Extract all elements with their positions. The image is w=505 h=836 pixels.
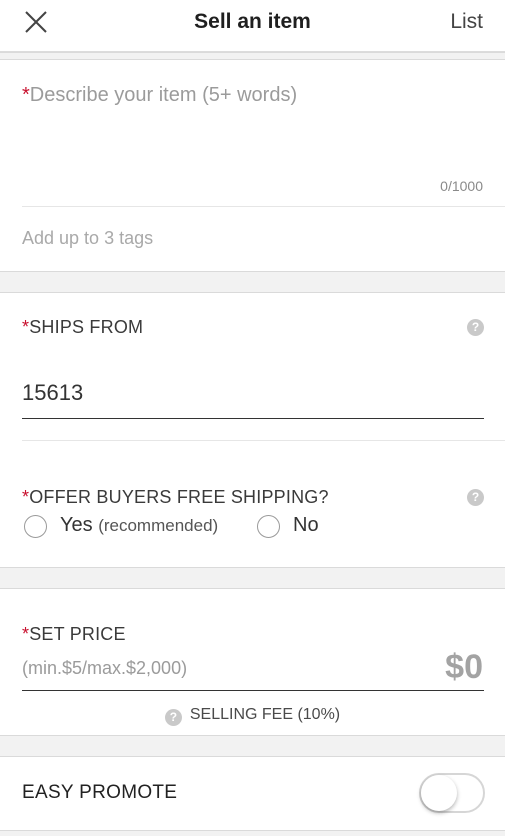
page-title: Sell an item xyxy=(194,10,311,33)
header-bar: Sell an item List xyxy=(0,0,505,52)
yes-text: Yes xyxy=(60,514,93,536)
sell-item-page: Sell an item List *Describe your item (5… xyxy=(0,0,505,836)
divider xyxy=(22,440,505,441)
toggle-knob xyxy=(421,775,457,811)
recommended-note: (recommended) xyxy=(98,516,219,535)
description-input[interactable]: *Describe your item (5+ words) xyxy=(22,84,297,107)
description-placeholder: Describe your item (5+ words) xyxy=(29,84,298,106)
section-separator xyxy=(0,271,505,293)
section-separator xyxy=(0,52,505,60)
zip-code-input[interactable]: 15613 xyxy=(22,380,83,406)
free-shipping-text: OFFER BUYERS FREE SHIPPING? xyxy=(29,487,329,507)
easy-promote-label: EASY PROMOTE xyxy=(22,782,178,803)
easy-promote-toggle[interactable] xyxy=(419,773,485,813)
price-hint: (min.$5/max.$2,000) xyxy=(22,658,188,678)
set-price-text: SET PRICE xyxy=(29,624,126,644)
character-counter: 0/1000 xyxy=(440,178,483,194)
free-shipping-label: *OFFER BUYERS FREE SHIPPING? xyxy=(22,487,329,508)
section-separator xyxy=(0,735,505,757)
free-shipping-yes-label[interactable]: Yes (recommended) xyxy=(60,514,218,537)
divider xyxy=(22,206,505,207)
selling-fee-label: SELLING FEE (10%) xyxy=(189,706,341,723)
list-button[interactable]: List xyxy=(450,10,483,34)
price-input[interactable]: $0 xyxy=(445,648,483,687)
help-icon[interactable]: ? xyxy=(164,709,182,726)
help-icon[interactable]: ? xyxy=(467,319,484,336)
section-separator xyxy=(0,567,505,589)
zip-underline xyxy=(22,418,484,419)
free-shipping-no-radio[interactable] xyxy=(257,515,280,538)
selling-fee-row: ? SELLING FEE (10%) xyxy=(0,706,505,726)
free-shipping-no-label[interactable]: No xyxy=(293,514,319,537)
required-mark: * xyxy=(22,84,30,106)
tags-input[interactable]: Add up to 3 tags xyxy=(22,228,153,249)
price-underline xyxy=(22,690,484,691)
ships-from-text: SHIPS FROM xyxy=(29,317,144,337)
help-icon[interactable]: ? xyxy=(467,489,484,506)
free-shipping-yes-radio[interactable] xyxy=(24,515,47,538)
section-separator xyxy=(0,830,505,836)
set-price-label: *SET PRICE xyxy=(22,624,126,645)
ships-from-label: *SHIPS FROM xyxy=(22,317,143,338)
